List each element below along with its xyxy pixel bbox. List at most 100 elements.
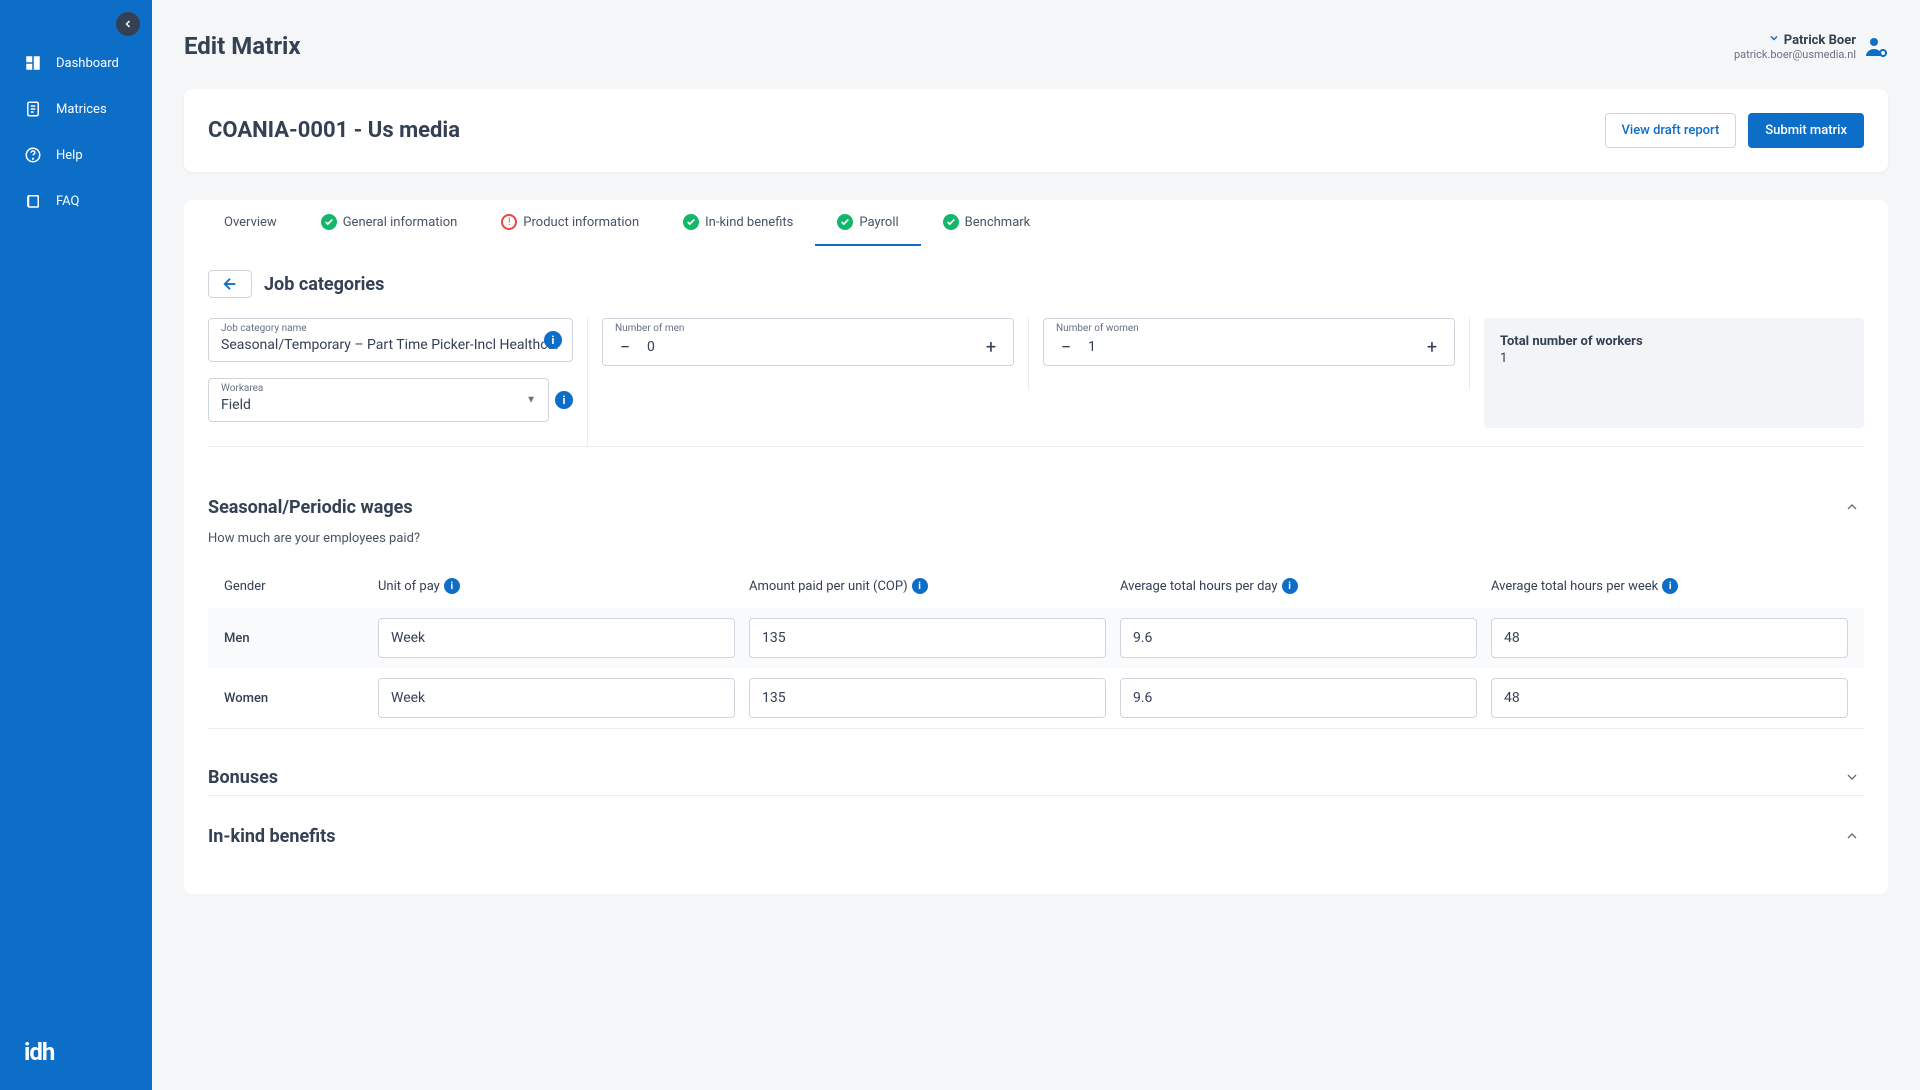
amount-input[interactable]	[749, 618, 1106, 658]
wages-table-header: Gender Unit of pay i Amount paid per uni…	[208, 570, 1864, 608]
field-label: Number of men	[615, 323, 684, 334]
tab-product-information[interactable]: ! Product information	[479, 200, 661, 246]
main-content: Edit Matrix Patrick Boer patrick.boer@us…	[152, 0, 1920, 1090]
unit-of-pay-input[interactable]	[378, 618, 735, 658]
sidebar-item-label: Matrices	[56, 102, 107, 117]
col-hours-day: Average total hours per day	[1120, 579, 1278, 594]
sidebar-nav: Dashboard Matrices Help FAQ	[0, 40, 152, 224]
check-icon	[837, 214, 853, 230]
field-label: Workarea	[221, 383, 263, 394]
info-icon[interactable]: i	[1282, 578, 1298, 594]
expand-button[interactable]	[1840, 765, 1864, 789]
content-card: Job categories Job category name i Worka…	[184, 246, 1888, 894]
user-menu[interactable]: Patrick Boer patrick.boer@usmedia.nl	[1734, 32, 1888, 61]
view-draft-button[interactable]: View draft report	[1605, 113, 1737, 148]
bonuses-title: Bonuses	[208, 767, 278, 788]
tab-label: Overview	[224, 215, 277, 230]
info-icon[interactable]: i	[555, 391, 573, 409]
hours-day-input[interactable]	[1120, 618, 1477, 658]
decrement-button[interactable]: −	[615, 337, 635, 357]
wage-row-women: Women	[208, 668, 1864, 728]
wage-row-men: Men	[208, 608, 1864, 668]
back-button[interactable]	[208, 270, 252, 298]
field-label: Number of women	[1056, 323, 1139, 334]
row-gender: Men	[224, 631, 364, 646]
field-label: Job category name	[221, 323, 307, 334]
sidebar-item-label: FAQ	[56, 194, 79, 209]
matrices-icon	[24, 100, 42, 118]
tab-payroll[interactable]: Payroll	[815, 200, 920, 246]
matrix-header-card: COANIA-0001 - Us media View draft report…	[184, 89, 1888, 172]
number-of-men-value[interactable]: 0	[635, 339, 981, 355]
wages-subtitle: How much are your employees paid?	[208, 531, 1864, 546]
total-workers-box: Total number of workers 1	[1484, 318, 1864, 428]
submit-matrix-button[interactable]: Submit matrix	[1748, 113, 1864, 148]
bonuses-section: Bonuses	[208, 765, 1864, 796]
dashboard-icon	[24, 54, 42, 72]
wages-table: Gender Unit of pay i Amount paid per uni…	[208, 570, 1864, 729]
hours-week-input[interactable]	[1491, 678, 1848, 718]
amount-input[interactable]	[749, 678, 1106, 718]
tabs: Overview General information ! Product i…	[184, 200, 1888, 246]
user-name-row: Patrick Boer	[1734, 32, 1856, 48]
tab-overview[interactable]: Overview	[202, 200, 299, 246]
unit-of-pay-input[interactable]	[378, 678, 735, 718]
collapse-button[interactable]	[1840, 495, 1864, 519]
logo: idh	[0, 1014, 152, 1090]
inkind-title: In-kind benefits	[208, 826, 336, 847]
job-category-fields: Job category name i Workarea ▼ i N	[208, 318, 1864, 447]
wages-title: Seasonal/Periodic wages	[208, 497, 413, 518]
col-amount: Amount paid per unit (COP)	[749, 579, 908, 594]
chevron-down-icon	[1768, 32, 1780, 48]
job-categories-title: Job categories	[264, 274, 384, 295]
check-icon	[683, 214, 699, 230]
total-workers-value: 1	[1500, 351, 1848, 366]
col-gender: Gender	[224, 579, 266, 594]
sidebar-item-label: Help	[56, 148, 83, 163]
sidebar: Dashboard Matrices Help FAQ idh	[0, 0, 152, 1090]
hours-week-input[interactable]	[1491, 618, 1848, 658]
sidebar-item-help[interactable]: Help	[0, 132, 152, 178]
check-icon	[943, 214, 959, 230]
job-category-field[interactable]: Job category name i	[208, 318, 573, 362]
increment-button[interactable]: +	[1422, 337, 1442, 357]
workarea-field[interactable]: Workarea ▼	[208, 378, 549, 422]
number-of-women-value[interactable]: 1	[1076, 339, 1422, 355]
faq-icon	[24, 192, 42, 210]
job-category-input[interactable]	[221, 337, 560, 353]
sidebar-collapse-button[interactable]	[116, 12, 140, 36]
help-icon	[24, 146, 42, 164]
inkind-section: In-kind benefits	[208, 824, 1864, 854]
info-icon[interactable]: i	[912, 578, 928, 594]
warning-icon: !	[501, 214, 517, 230]
tab-general-information[interactable]: General information	[299, 200, 480, 246]
user-name: Patrick Boer	[1784, 33, 1856, 48]
hours-day-input[interactable]	[1120, 678, 1477, 718]
matrix-name: COANIA-0001 - Us media	[208, 118, 460, 143]
page-title: Edit Matrix	[184, 32, 301, 60]
row-gender: Women	[224, 691, 364, 706]
sidebar-item-label: Dashboard	[56, 56, 119, 71]
tab-label: General information	[343, 215, 458, 230]
col-hours-week: Average total hours per week	[1491, 579, 1658, 594]
tab-inkind-benefits[interactable]: In-kind benefits	[661, 200, 815, 246]
tab-label: Benchmark	[965, 215, 1031, 230]
decrement-button[interactable]: −	[1056, 337, 1076, 357]
info-icon[interactable]: i	[1662, 578, 1678, 594]
expand-button[interactable]	[1840, 824, 1864, 848]
tab-label: Payroll	[859, 215, 898, 230]
sidebar-item-matrices[interactable]: Matrices	[0, 86, 152, 132]
user-settings-icon	[1864, 35, 1888, 59]
increment-button[interactable]: +	[981, 337, 1001, 357]
number-of-men-field: Number of men − 0 +	[602, 318, 1014, 366]
sidebar-item-dashboard[interactable]: Dashboard	[0, 40, 152, 86]
workarea-select[interactable]	[221, 397, 536, 413]
info-icon[interactable]: i	[544, 331, 562, 349]
tab-benchmark[interactable]: Benchmark	[921, 200, 1053, 246]
tab-label: In-kind benefits	[705, 215, 793, 230]
sidebar-item-faq[interactable]: FAQ	[0, 178, 152, 224]
info-icon[interactable]: i	[444, 578, 460, 594]
user-email: patrick.boer@usmedia.nl	[1734, 48, 1856, 61]
check-icon	[321, 214, 337, 230]
total-workers-label: Total number of workers	[1500, 334, 1848, 349]
